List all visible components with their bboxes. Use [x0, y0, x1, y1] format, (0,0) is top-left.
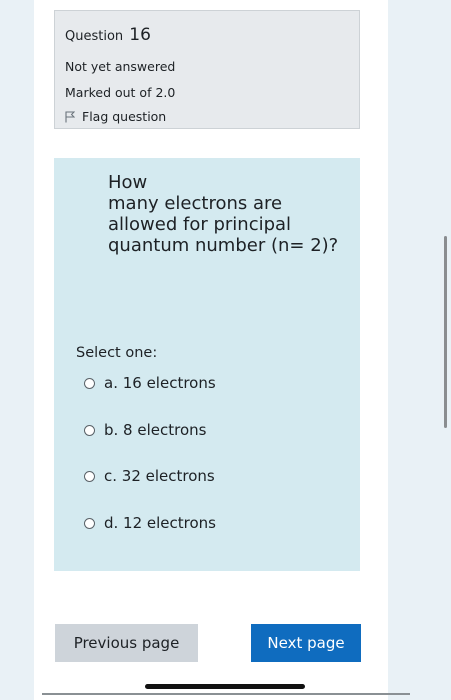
answer-option-a[interactable]: a. 16 electrons [84, 374, 216, 392]
radio-button[interactable] [84, 517, 95, 529]
question-label: Question [65, 29, 124, 44]
answer-label: a. 16 electrons [104, 374, 216, 392]
answer-label: d. 12 electrons [104, 514, 217, 532]
question-text: How many electrons are allowed for princ… [108, 172, 348, 256]
scrollbar-thumb[interactable] [444, 236, 447, 428]
radio-button[interactable] [84, 470, 95, 482]
page-card: Question 16 Not yet answered Marked out … [34, 0, 388, 700]
question-number: 16 [129, 25, 151, 45]
question-title: Question 16 [65, 25, 151, 45]
answer-option-b[interactable]: b. 8 electrons [84, 421, 206, 439]
home-indicator[interactable] [145, 684, 305, 689]
bottom-divider [42, 693, 410, 695]
question-state: Not yet answered [65, 59, 176, 74]
radio-button[interactable] [84, 377, 95, 389]
next-page-button[interactable]: Next page [251, 624, 361, 662]
question-info-panel: Question 16 Not yet answered Marked out … [54, 10, 360, 129]
select-one-prompt: Select one: [76, 345, 158, 361]
question-text-line1: How [108, 172, 148, 193]
answer-label: c. 32 electrons [104, 467, 215, 485]
answer-option-d[interactable]: d. 12 electrons [84, 514, 216, 532]
question-grade: Marked out of 2.0 [65, 85, 176, 100]
flag-question-link[interactable]: Flag question [65, 109, 166, 124]
previous-page-button[interactable]: Previous page [55, 624, 198, 662]
answer-label: b. 8 electrons [104, 421, 207, 439]
flag-icon [65, 111, 76, 123]
question-content: How many electrons are allowed for princ… [54, 158, 360, 571]
answer-option-c[interactable]: c. 32 electrons [84, 467, 215, 485]
flag-question-label: Flag question [82, 109, 167, 124]
radio-button[interactable] [84, 424, 95, 436]
question-text-body: many electrons are allowed for principal… [108, 193, 339, 256]
